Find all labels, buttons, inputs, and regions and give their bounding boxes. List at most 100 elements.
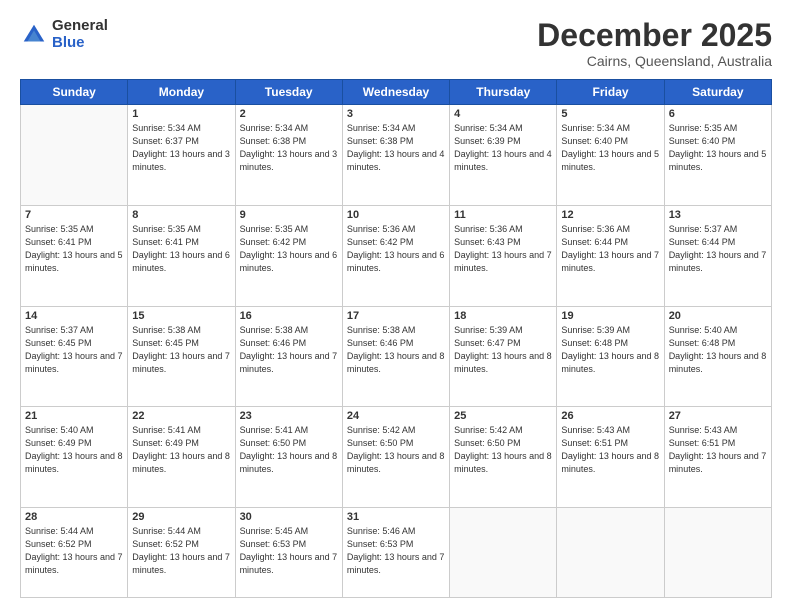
calendar-cell: 30Sunrise: 5:45 AM Sunset: 6:53 PM Dayli… bbox=[235, 508, 342, 598]
calendar-cell: 21Sunrise: 5:40 AM Sunset: 6:49 PM Dayli… bbox=[21, 407, 128, 508]
calendar-cell: 17 Sunrise: 5:38 AM Sunset: 6:46 PM Dayli… bbox=[342, 306, 449, 407]
cell-info: Sunrise: 5:40 AM Sunset: 6:48 PM Dayligh… bbox=[669, 324, 767, 376]
cell-info: Sunrise: 5:34 AM Sunset: 6:37 PM Dayligh… bbox=[132, 122, 230, 174]
header: General Blue December 2025 Cairns, Queen… bbox=[20, 18, 772, 69]
cell-info: Sunrise: 5:34 AM Sunset: 6:38 PM Dayligh… bbox=[347, 122, 445, 174]
calendar-cell: 19 Sunrise: 5:39 AM Sunset: 6:48 PM Dayli… bbox=[557, 306, 664, 407]
calendar-cell: 7Sunrise: 5:35 AM Sunset: 6:41 PM Daylig… bbox=[21, 205, 128, 306]
logo-general: General bbox=[52, 18, 108, 35]
day-number: 4 bbox=[454, 108, 552, 120]
calendar-cell: 29Sunrise: 5:44 AM Sunset: 6:52 PM Dayli… bbox=[128, 508, 235, 598]
logo: General Blue bbox=[20, 18, 108, 51]
day-number: 17 bbox=[347, 310, 445, 322]
day-number: 27 bbox=[669, 410, 767, 422]
day-number: 25 bbox=[454, 410, 552, 422]
calendar-cell: 14 Sunrise: 5:37 AM Sunset: 6:45 PM Dayli… bbox=[21, 306, 128, 407]
calendar-cell: 8 Sunrise: 5:35 AM Sunset: 6:41 PM Daylig… bbox=[128, 205, 235, 306]
cell-info: Sunrise: 5:39 AM Sunset: 6:48 PM Dayligh… bbox=[561, 324, 659, 376]
calendar-cell: 23 Sunrise: 5:41 AM Sunset: 6:50 PM Dayli… bbox=[235, 407, 342, 508]
day-header-sunday: Sunday bbox=[21, 80, 128, 105]
cell-info: Sunrise: 5:45 AM Sunset: 6:53 PM Dayligh… bbox=[240, 525, 338, 577]
calendar-cell: 15 Sunrise: 5:38 AM Sunset: 6:45 PM Dayli… bbox=[128, 306, 235, 407]
cell-info: Sunrise: 5:38 AM Sunset: 6:46 PM Dayligh… bbox=[347, 324, 445, 376]
day-number: 8 bbox=[132, 209, 230, 221]
cell-info: Sunrise: 5:36 AM Sunset: 6:44 PM Dayligh… bbox=[561, 223, 659, 275]
logo-text: General Blue bbox=[52, 18, 108, 51]
cell-info: Sunrise: 5:43 AM Sunset: 6:51 PM Dayligh… bbox=[669, 424, 767, 476]
logo-icon bbox=[20, 21, 48, 49]
day-header-tuesday: Tuesday bbox=[235, 80, 342, 105]
calendar-cell: 6 Sunrise: 5:35 AM Sunset: 6:40 PM Daylig… bbox=[664, 105, 771, 206]
page: General Blue December 2025 Cairns, Queen… bbox=[0, 0, 792, 612]
day-number: 3 bbox=[347, 108, 445, 120]
day-number: 13 bbox=[669, 209, 767, 221]
day-number: 15 bbox=[132, 310, 230, 322]
calendar-week-row: 14 Sunrise: 5:37 AM Sunset: 6:45 PM Dayli… bbox=[21, 306, 772, 407]
cell-info: Sunrise: 5:34 AM Sunset: 6:40 PM Dayligh… bbox=[561, 122, 659, 174]
day-number: 1 bbox=[132, 108, 230, 120]
calendar-cell: 2Sunrise: 5:34 AM Sunset: 6:38 PM Daylig… bbox=[235, 105, 342, 206]
day-number: 28 bbox=[25, 511, 123, 523]
cell-info: Sunrise: 5:38 AM Sunset: 6:46 PM Dayligh… bbox=[240, 324, 338, 376]
cell-info: Sunrise: 5:35 AM Sunset: 6:40 PM Dayligh… bbox=[669, 122, 767, 174]
cell-info: Sunrise: 5:35 AM Sunset: 6:41 PM Dayligh… bbox=[132, 223, 230, 275]
day-number: 16 bbox=[240, 310, 338, 322]
cell-info: Sunrise: 5:38 AM Sunset: 6:45 PM Dayligh… bbox=[132, 324, 230, 376]
calendar-week-row: 1 Sunrise: 5:34 AM Sunset: 6:37 PM Daylig… bbox=[21, 105, 772, 206]
cell-info: Sunrise: 5:36 AM Sunset: 6:43 PM Dayligh… bbox=[454, 223, 552, 275]
day-number: 18 bbox=[454, 310, 552, 322]
cell-info: Sunrise: 5:35 AM Sunset: 6:42 PM Dayligh… bbox=[240, 223, 338, 275]
calendar-header-row: SundayMondayTuesdayWednesdayThursdayFrid… bbox=[21, 80, 772, 105]
calendar-cell: 9 Sunrise: 5:35 AM Sunset: 6:42 PM Daylig… bbox=[235, 205, 342, 306]
calendar-cell: 27 Sunrise: 5:43 AM Sunset: 6:51 PM Dayli… bbox=[664, 407, 771, 508]
location-subtitle: Cairns, Queensland, Australia bbox=[537, 53, 772, 69]
calendar-cell bbox=[557, 508, 664, 598]
day-number: 19 bbox=[561, 310, 659, 322]
calendar-cell: 4Sunrise: 5:34 AM Sunset: 6:39 PM Daylig… bbox=[450, 105, 557, 206]
day-header-friday: Friday bbox=[557, 80, 664, 105]
calendar-cell: 26Sunrise: 5:43 AM Sunset: 6:51 PM Dayli… bbox=[557, 407, 664, 508]
cell-info: Sunrise: 5:37 AM Sunset: 6:44 PM Dayligh… bbox=[669, 223, 767, 275]
month-title: December 2025 bbox=[537, 18, 772, 53]
cell-info: Sunrise: 5:34 AM Sunset: 6:38 PM Dayligh… bbox=[240, 122, 338, 174]
cell-info: Sunrise: 5:41 AM Sunset: 6:50 PM Dayligh… bbox=[240, 424, 338, 476]
calendar-cell: 31Sunrise: 5:46 AM Sunset: 6:53 PM Dayli… bbox=[342, 508, 449, 598]
day-header-thursday: Thursday bbox=[450, 80, 557, 105]
day-number: 23 bbox=[240, 410, 338, 422]
day-number: 29 bbox=[132, 511, 230, 523]
calendar-cell: 13 Sunrise: 5:37 AM Sunset: 6:44 PM Dayli… bbox=[664, 205, 771, 306]
day-header-monday: Monday bbox=[128, 80, 235, 105]
day-number: 14 bbox=[25, 310, 123, 322]
calendar-week-row: 21Sunrise: 5:40 AM Sunset: 6:49 PM Dayli… bbox=[21, 407, 772, 508]
title-block: December 2025 Cairns, Queensland, Austra… bbox=[537, 18, 772, 69]
day-number: 22 bbox=[132, 410, 230, 422]
calendar-cell: 5 Sunrise: 5:34 AM Sunset: 6:40 PM Daylig… bbox=[557, 105, 664, 206]
calendar-cell: 28Sunrise: 5:44 AM Sunset: 6:52 PM Dayli… bbox=[21, 508, 128, 598]
calendar-cell: 20Sunrise: 5:40 AM Sunset: 6:48 PM Dayli… bbox=[664, 306, 771, 407]
calendar-cell: 11 Sunrise: 5:36 AM Sunset: 6:43 PM Dayli… bbox=[450, 205, 557, 306]
day-number: 24 bbox=[347, 410, 445, 422]
cell-info: Sunrise: 5:37 AM Sunset: 6:45 PM Dayligh… bbox=[25, 324, 123, 376]
day-number: 9 bbox=[240, 209, 338, 221]
cell-info: Sunrise: 5:39 AM Sunset: 6:47 PM Dayligh… bbox=[454, 324, 552, 376]
cell-info: Sunrise: 5:46 AM Sunset: 6:53 PM Dayligh… bbox=[347, 525, 445, 577]
calendar-cell: 18 Sunrise: 5:39 AM Sunset: 6:47 PM Dayli… bbox=[450, 306, 557, 407]
calendar-table: SundayMondayTuesdayWednesdayThursdayFrid… bbox=[20, 79, 772, 598]
day-number: 11 bbox=[454, 209, 552, 221]
calendar-cell: 12 Sunrise: 5:36 AM Sunset: 6:44 PM Dayli… bbox=[557, 205, 664, 306]
calendar-cell bbox=[450, 508, 557, 598]
calendar-cell: 1 Sunrise: 5:34 AM Sunset: 6:37 PM Daylig… bbox=[128, 105, 235, 206]
day-number: 6 bbox=[669, 108, 767, 120]
cell-info: Sunrise: 5:35 AM Sunset: 6:41 PM Dayligh… bbox=[25, 223, 123, 275]
calendar-cell: 10Sunrise: 5:36 AM Sunset: 6:42 PM Dayli… bbox=[342, 205, 449, 306]
cell-info: Sunrise: 5:42 AM Sunset: 6:50 PM Dayligh… bbox=[347, 424, 445, 476]
day-number: 26 bbox=[561, 410, 659, 422]
cell-info: Sunrise: 5:36 AM Sunset: 6:42 PM Dayligh… bbox=[347, 223, 445, 275]
calendar-cell: 25Sunrise: 5:42 AM Sunset: 6:50 PM Dayli… bbox=[450, 407, 557, 508]
calendar-cell: 24 Sunrise: 5:42 AM Sunset: 6:50 PM Dayli… bbox=[342, 407, 449, 508]
day-header-wednesday: Wednesday bbox=[342, 80, 449, 105]
calendar-cell bbox=[21, 105, 128, 206]
cell-info: Sunrise: 5:41 AM Sunset: 6:49 PM Dayligh… bbox=[132, 424, 230, 476]
day-number: 12 bbox=[561, 209, 659, 221]
day-number: 5 bbox=[561, 108, 659, 120]
